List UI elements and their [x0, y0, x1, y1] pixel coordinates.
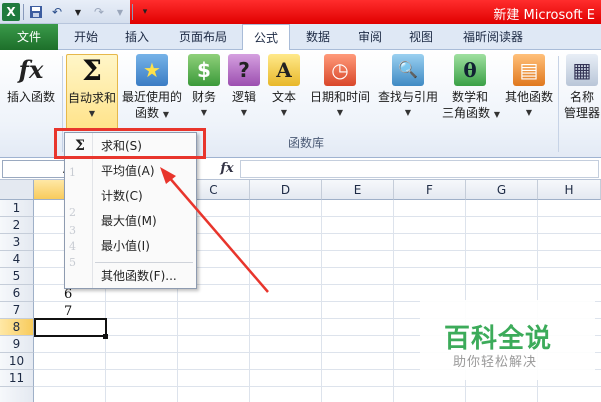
watermark-title: 百科全说 — [444, 324, 553, 354]
watermark: 百科全说 助你轻松解决 — [420, 300, 595, 380]
watermark-subtitle: 助你轻松解决 — [453, 355, 538, 370]
